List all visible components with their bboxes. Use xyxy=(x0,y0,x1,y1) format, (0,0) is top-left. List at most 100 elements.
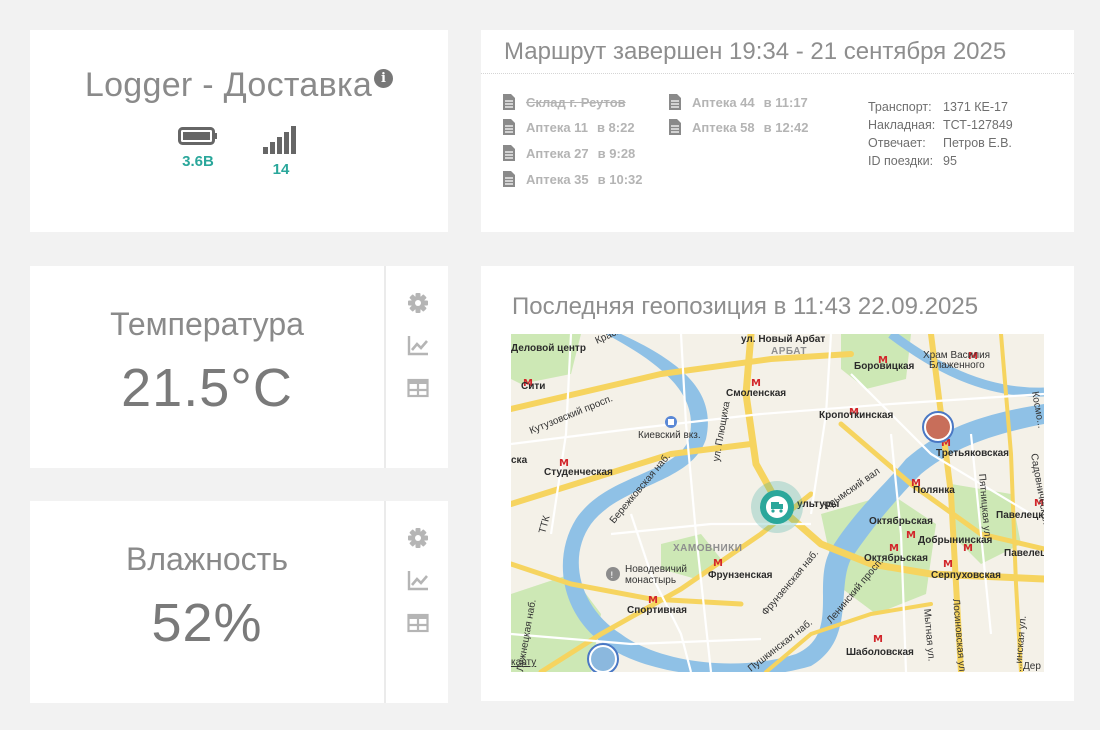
trip-info-row: ID поездки: 95 xyxy=(868,152,1013,170)
gear-icon[interactable] xyxy=(407,292,429,314)
svg-text:!: ! xyxy=(610,571,614,581)
temperature-label: Температура xyxy=(110,306,304,342)
route-card: Маршрут завершен 19:34 - 21 сентября 202… xyxy=(481,30,1074,232)
route-stop[interactable]: Аптека 27 в 9:28 xyxy=(503,145,635,161)
map-label: Добрынинская xyxy=(918,534,993,546)
gear-icon[interactable] xyxy=(407,527,429,549)
humidity-main: Влажность 52% xyxy=(30,501,384,703)
stop-name: Аптека 11 xyxy=(526,119,588,135)
logger-card: Logger - Доставка i 3.6В 14 xyxy=(30,30,448,232)
battery-value: 3.6В xyxy=(182,153,214,170)
trip-info-row: Накладная: ТСТ-127849 xyxy=(868,116,1013,134)
svg-text:М: М xyxy=(713,558,723,569)
signal-value: 14 xyxy=(272,161,290,178)
map-label: Третьяковская xyxy=(936,448,1009,459)
temperature-value: 21.5°C xyxy=(121,358,293,418)
stop-time: в 12:42 xyxy=(763,119,809,135)
humidity-card: Влажность 52% xyxy=(30,501,448,703)
trip-info-row: Отвечает: Петров Е.В. xyxy=(868,134,1013,152)
document-icon xyxy=(503,145,515,161)
info-key: ID поездки: xyxy=(868,154,934,168)
signal-stat: 14 xyxy=(262,125,300,178)
map-link[interactable]: карту xyxy=(511,657,536,668)
temperature-card: Температура 21.5°C xyxy=(30,266,448,468)
stop-time: в 8:22 xyxy=(596,119,635,135)
document-icon xyxy=(669,119,681,135)
route-stop[interactable]: Аптека 35 в 10:32 xyxy=(503,171,643,187)
stop-time: в 11:17 xyxy=(763,94,808,110)
info-value: 1371 КЕ-17 xyxy=(943,100,1008,114)
humidity-value: 52% xyxy=(151,593,263,653)
route-header: Маршрут завершен 19:34 - 21 сентября 202… xyxy=(481,30,1074,74)
route-stop[interactable]: Аптека 11 в 8:22 xyxy=(503,119,635,135)
document-icon xyxy=(503,94,515,110)
info-value: Петров Е.В. xyxy=(943,136,1012,150)
info-key: Транспорт: xyxy=(868,100,932,114)
logger-stats: 3.6В 14 xyxy=(30,125,448,178)
map-label: АРБАТ xyxy=(771,346,807,357)
temperature-actions xyxy=(384,266,448,468)
document-icon xyxy=(669,94,681,110)
map-label: Фрунзенская xyxy=(708,570,773,581)
map-canvas[interactable]: М М М М М М М М М М М М М М М М ул. Новы… xyxy=(511,334,1044,672)
route-stop[interactable]: Склад г. Реутов xyxy=(503,94,626,110)
battery-icon xyxy=(178,127,217,145)
chart-icon[interactable] xyxy=(407,334,429,356)
stop-name: Склад г. Реутов xyxy=(526,94,626,110)
document-icon xyxy=(503,171,515,187)
info-key: Накладная: xyxy=(868,118,936,132)
map-label: Шаболовская xyxy=(846,646,914,658)
map-label: Серпуховская xyxy=(931,570,1001,581)
table-icon[interactable] xyxy=(407,377,429,399)
map-label: Боровицкая xyxy=(854,361,915,372)
map-card: Последняя геопозиция в 11:43 22.09.2025 xyxy=(481,266,1074,701)
map-label: Павелец... xyxy=(1004,548,1044,559)
trip-info-row: Транспорт: 1371 КЕ-17 xyxy=(868,98,1013,116)
map-label: Кропоткинская xyxy=(819,410,893,421)
map-label: ул. Новый Арбат xyxy=(741,334,825,345)
humidity-actions xyxy=(384,501,448,703)
table-icon[interactable] xyxy=(407,612,429,634)
map-label: ХАМОВНИКИ xyxy=(673,543,742,554)
map-label: Студенческая xyxy=(544,467,613,478)
battery-stat: 3.6В xyxy=(178,125,218,178)
stop-time: в 9:28 xyxy=(597,145,636,161)
stop-time: в 10:32 xyxy=(597,171,643,187)
info-value: 95 xyxy=(943,154,957,168)
route-stop[interactable]: Аптека 44 в 11:17 xyxy=(669,94,808,110)
map-label: Павелецк... xyxy=(996,510,1044,521)
map-header: Последняя геопозиция в 11:43 22.09.2025 xyxy=(512,293,979,320)
svg-text:М: М xyxy=(906,530,916,541)
route-stop[interactable]: Аптека 58 в 12:42 xyxy=(669,119,809,135)
info-value: ТСТ-127849 xyxy=(943,118,1013,132)
map-label: Полянка xyxy=(913,485,955,496)
map-label: Спортивная xyxy=(627,605,687,616)
logger-title: Logger - Доставка xyxy=(84,66,373,104)
map-label: Деловой центр xyxy=(511,343,586,354)
map-label: Октябрьская xyxy=(869,515,933,527)
map-view[interactable]: М М М М М М М М М М М М М М М М ул. Новы… xyxy=(511,334,1044,672)
map-label: Дер xyxy=(1023,661,1041,672)
info-key: Отвечает: xyxy=(868,136,926,150)
truck-icon[interactable] xyxy=(751,481,803,533)
stop-name: Аптека 27 xyxy=(526,145,589,161)
map-label: Новодевичий xyxy=(625,564,687,575)
temperature-main: Температура 21.5°C xyxy=(30,266,384,468)
map-label: Смоленская xyxy=(726,388,786,399)
stop-name: Аптека 58 xyxy=(692,119,755,135)
map-label: монастырь xyxy=(625,575,676,586)
chart-icon[interactable] xyxy=(407,569,429,591)
humidity-label: Влажность xyxy=(125,541,288,577)
logger-title-row: Logger - Доставка i xyxy=(30,66,448,105)
info-icon[interactable]: i xyxy=(374,69,394,88)
map-label: Сити xyxy=(521,381,545,392)
map-label: Блаженного xyxy=(929,360,985,371)
stop-name: Аптека 44 xyxy=(692,94,755,110)
stop-name: Аптека 35 xyxy=(526,171,589,187)
svg-text:М: М xyxy=(873,634,883,645)
trip-info: Транспорт: 1371 КЕ-17 Накладная: ТСТ-12784… xyxy=(868,98,1013,170)
document-icon xyxy=(503,119,515,135)
map-label: ска xyxy=(511,455,528,466)
map-label: Киевский вкз. xyxy=(638,430,701,441)
svg-text:М: М xyxy=(943,559,953,570)
